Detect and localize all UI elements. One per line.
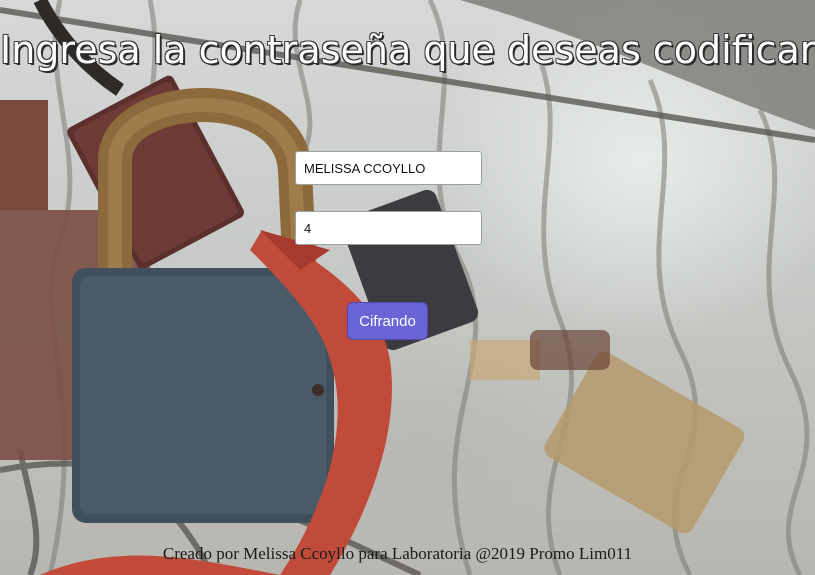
offset-input[interactable] [295, 211, 482, 245]
password-input[interactable] [295, 151, 482, 185]
padlocks-illustration [0, 0, 815, 575]
page-title: Ingresa la contraseña que deseas codific… [0, 28, 815, 72]
background-padlocks-photo [0, 0, 815, 575]
cipher-button[interactable]: Cifrando [347, 302, 428, 340]
footer-credit: Creado por Melissa Ccoyllo para Laborato… [162, 544, 633, 563]
